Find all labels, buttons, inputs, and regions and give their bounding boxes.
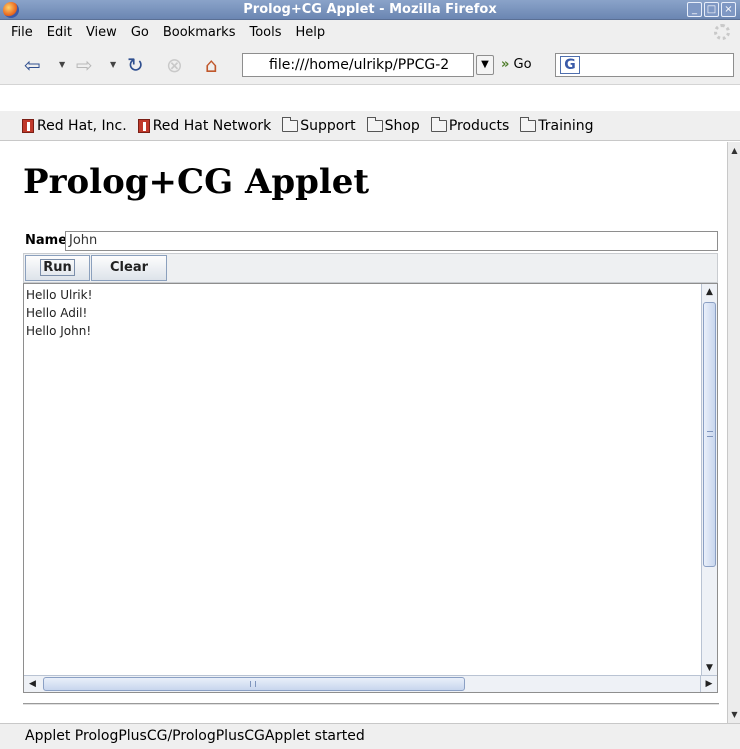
bookmark-folder-training[interactable]: Training [520,116,594,134]
reload-icon[interactable]: ↻ [127,55,144,75]
applet-bottom-divider [23,703,719,705]
scroll-right-arrow-icon[interactable]: ▶ [700,676,717,692]
scroll-left-arrow-icon[interactable]: ◀ [24,676,41,692]
menu-edit[interactable]: Edit [41,25,80,40]
maximize-button[interactable]: □ [704,2,719,17]
bookmark-label: Support [300,117,356,134]
search-input[interactable]: G [555,53,734,77]
folder-icon [366,116,383,132]
scroll-up-arrow-icon[interactable]: ▲ [702,284,717,300]
home-icon[interactable]: ⌂ [205,55,218,75]
menu-go[interactable]: Go [125,25,157,40]
bookmark-label: Shop [384,117,420,134]
throbber-icon [714,24,730,40]
vertical-scroll-thumb[interactable] [703,302,716,567]
bookmark-label: Training [538,117,594,134]
menu-help[interactable]: Help [290,25,334,40]
bookmark-doc-icon [137,118,150,133]
folder-icon [430,116,447,132]
forward-arrow-icon[interactable]: ⇨ [76,55,93,75]
output-line: Hello Ulrik! [26,288,93,302]
go-button[interactable]: » Go [501,55,532,75]
go-arrow-icon: » [501,57,510,72]
go-label: Go [513,57,532,72]
forward-dropdown-icon[interactable]: ▼ [110,60,116,69]
output-line: Hello Adil! [26,306,88,320]
window-title: Prolog+CG Applet - Mozilla Firefox [243,2,497,17]
menu-bar: File Edit View Go Bookmarks Tools Help [0,20,740,45]
output-text: Hello Ulrik! Hello Adil! Hello John! [26,286,92,340]
name-row: Name John [23,231,719,253]
bookmark-label: Red Hat, Inc. [37,117,127,134]
output-vertical-scrollbar[interactable]: ▲ ▼ [701,284,717,676]
window-controls: _ □ × [687,2,736,17]
output-horizontal-scrollbar[interactable]: ◀ ▶ [24,675,717,692]
bookmark-doc-icon [22,118,34,133]
url-dropdown-icon[interactable]: ▼ [476,55,494,75]
close-button[interactable]: × [721,2,736,17]
page-vertical-scrollbar[interactable]: ▲ ▼ [727,142,740,723]
bookmarks-toolbar: Red Hat, Inc. Red Hat Network Support Sh… [0,111,740,141]
name-label: Name [25,233,68,248]
output-area[interactable]: Hello Ulrik! Hello Adil! Hello John! ▲ ▼… [23,283,718,693]
run-button-label: Run [40,259,75,276]
bookmark-folder-shop[interactable]: Shop [366,116,420,134]
status-text: Applet PrologPlusCG/PrologPlusCGApplet s… [25,728,365,744]
menu-view[interactable]: View [80,25,125,40]
run-button[interactable]: Run [25,255,90,281]
back-arrow-icon[interactable]: ⇦ [24,55,41,75]
status-bar: Applet PrologPlusCG/PrologPlusCGApplet s… [0,723,740,749]
url-input[interactable]: file:///home/ulrikp/PPCG-2 [242,53,474,77]
bookmark-folder-products[interactable]: Products [430,116,510,134]
bookmark-red-hat-inc[interactable]: Red Hat, Inc. [22,118,127,134]
bookmark-label: Products [448,117,510,134]
button-row: Run Clear [23,253,718,283]
page-scroll-up-icon[interactable]: ▲ [730,146,739,155]
output-line: Hello John! [26,324,92,338]
bookmark-folder-support[interactable]: Support [282,116,356,134]
clear-button[interactable]: Clear [91,255,167,281]
menu-bookmarks[interactable]: Bookmarks [157,25,244,40]
stop-icon[interactable]: ⊗ [166,55,183,75]
folder-icon [282,116,299,132]
page-scroll-down-icon[interactable]: ▼ [730,710,739,719]
scroll-down-arrow-icon[interactable]: ▼ [702,660,717,676]
menu-tools[interactable]: Tools [243,25,289,40]
page-title: Prolog+CG Applet [23,162,370,202]
menu-file[interactable]: File [5,25,41,40]
grip-icon [250,681,256,687]
google-search-icon[interactable]: G [560,56,580,74]
bookmark-red-hat-network[interactable]: Red Hat Network [137,117,272,134]
horizontal-scroll-thumb[interactable] [43,677,465,691]
navigation-toolbar: ⇦ ▼ ⇨ ▼ ↻ ⊗ ⌂ file:///home/ulrikp/PPCG-2… [0,45,740,85]
name-input[interactable]: John [65,231,718,251]
page-content: Prolog+CG Applet Name John Run Clear Hel… [9,142,727,723]
grip-icon [707,431,713,437]
back-dropdown-icon[interactable]: ▼ [59,60,65,69]
folder-icon [520,116,537,132]
bookmark-label: Red Hat Network [152,117,272,134]
minimize-button[interactable]: _ [687,2,702,17]
window-titlebar: Prolog+CG Applet - Mozilla Firefox _ □ × [0,0,740,20]
